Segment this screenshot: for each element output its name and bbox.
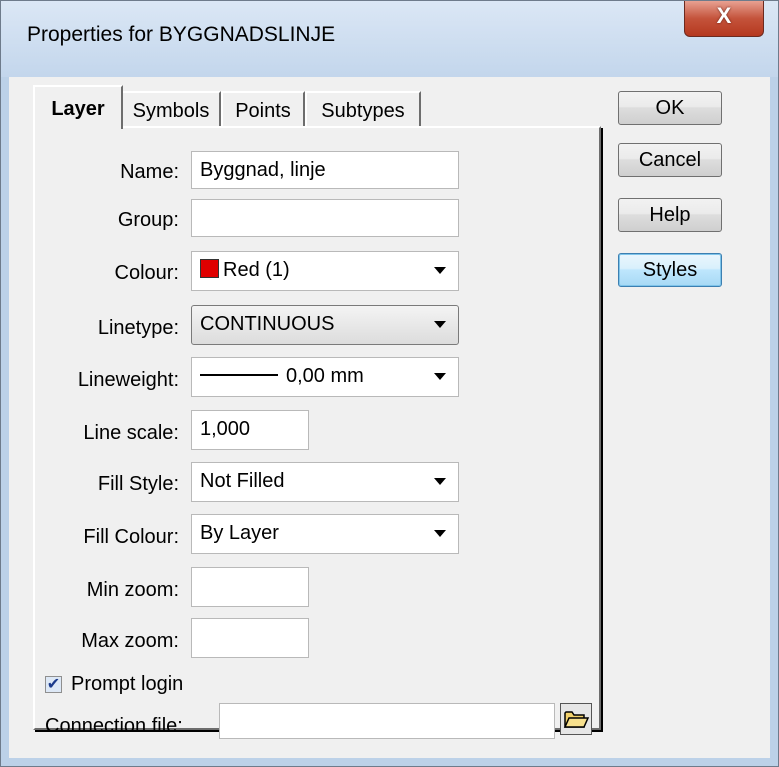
lineweight-label: Lineweight:: [77, 369, 179, 391]
tab-points[interactable]: Points: [221, 91, 305, 127]
chevron-down-icon: [434, 530, 446, 537]
prompt-login-label[interactable]: Prompt login: [71, 673, 183, 696]
fill-colour-label: Fill Colour:: [83, 526, 179, 548]
name-input[interactable]: Byggnad, linje: [191, 151, 459, 189]
tab-layer[interactable]: Layer: [33, 85, 123, 129]
chevron-down-icon: [434, 478, 446, 485]
chevron-down-icon: [434, 373, 446, 380]
fill-colour-value: By Layer: [200, 522, 279, 544]
fill-style-value: Not Filled: [200, 470, 285, 492]
line-sample-icon: [200, 374, 278, 376]
help-button[interactable]: Help: [618, 198, 722, 232]
lineweight-value: 0,00 mm: [286, 365, 364, 387]
max-zoom-input[interactable]: [191, 618, 309, 658]
line-scale-input[interactable]: 1,000: [191, 410, 309, 450]
lineweight-dropdown[interactable]: 0,00 mm: [191, 357, 459, 397]
checkmark-icon: ✔: [46, 676, 61, 693]
chevron-down-icon: [434, 321, 446, 328]
folder-open-icon: [563, 711, 590, 728]
browse-button[interactable]: [560, 703, 592, 735]
connection-file-input[interactable]: [219, 703, 555, 739]
prompt-login-checkbox[interactable]: ✔: [45, 676, 62, 693]
tab-subtypes[interactable]: Subtypes: [305, 91, 421, 127]
group-label: Group:: [117, 209, 179, 231]
dialog-client: Layer Symbols Points Subtypes Name: Bygg…: [9, 77, 770, 758]
colour-label: Colour:: [114, 262, 179, 284]
colour-swatch: [200, 259, 219, 278]
cancel-button[interactable]: Cancel: [618, 143, 722, 177]
line-scale-label: Line scale:: [83, 422, 179, 444]
window-title: Properties for BYGGNADSLINJE: [27, 23, 336, 46]
min-zoom-input[interactable]: [191, 567, 309, 607]
fill-style-label: Fill Style:: [97, 473, 179, 495]
linetype-label: Linetype:: [97, 317, 179, 339]
close-button[interactable]: X: [684, 1, 764, 37]
chevron-down-icon: [434, 267, 446, 274]
linetype-dropdown[interactable]: CONTINUOUS: [191, 305, 459, 345]
fill-colour-dropdown[interactable]: By Layer: [191, 514, 459, 554]
name-label: Name:: [120, 161, 179, 183]
close-icon: X: [716, 3, 732, 28]
group-input[interactable]: [191, 199, 459, 237]
colour-value: Red (1): [223, 259, 290, 281]
tab-symbols[interactable]: Symbols: [121, 91, 221, 127]
title-bar[interactable]: Properties for BYGGNADSLINJE X: [1, 1, 778, 77]
colour-dropdown[interactable]: Red (1): [191, 251, 459, 291]
styles-button[interactable]: Styles: [618, 253, 722, 287]
max-zoom-label: Max zoom:: [81, 630, 179, 652]
ok-button[interactable]: OK: [618, 91, 722, 125]
fill-style-dropdown[interactable]: Not Filled: [191, 462, 459, 502]
dialog-window: Properties for BYGGNADSLINJE X Layer Sym…: [0, 0, 779, 767]
connection-file-label: Connection file:: [45, 715, 183, 737]
min-zoom-label: Min zoom:: [86, 579, 179, 601]
linetype-value: CONTINUOUS: [200, 313, 335, 335]
